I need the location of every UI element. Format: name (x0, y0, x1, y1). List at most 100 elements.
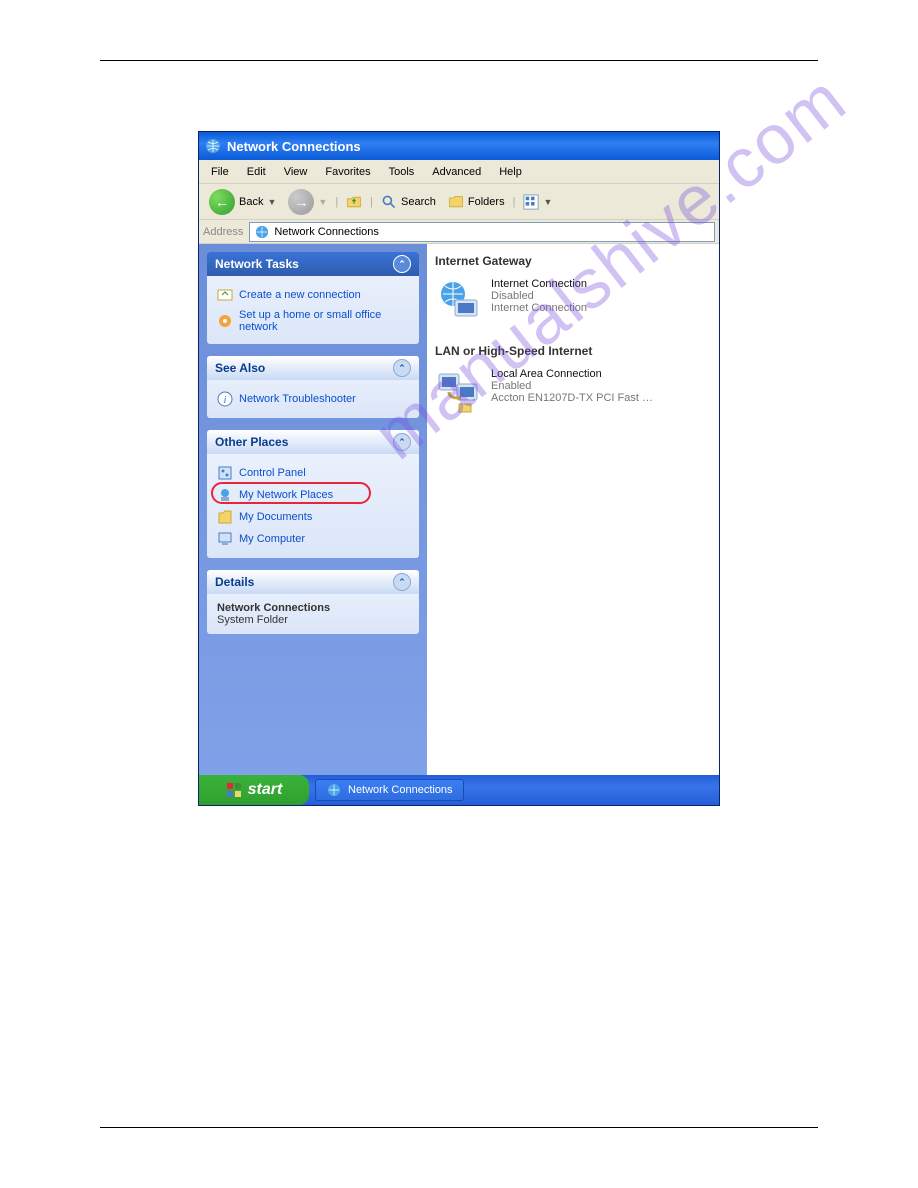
views-icon (523, 194, 539, 210)
menu-help[interactable]: Help (491, 163, 530, 181)
folder-up-icon (346, 194, 362, 210)
collapse-icon: ⌃ (393, 255, 411, 273)
menu-edit[interactable]: Edit (239, 163, 274, 181)
setup-network-icon (217, 313, 233, 329)
address-input[interactable]: Network Connections (249, 222, 715, 242)
my-documents-label: My Documents (239, 511, 312, 523)
folders-icon (448, 194, 464, 210)
troubleshooter-label: Network Troubleshooter (239, 393, 356, 405)
details-title: Details (215, 575, 254, 589)
taskbar-task-network-connections[interactable]: Network Connections (315, 779, 464, 801)
my-network-label: My Network Places (239, 489, 333, 501)
link-my-documents[interactable]: My Documents (217, 506, 409, 528)
forward-button[interactable]: → ▼ (284, 187, 331, 217)
address-bar: Address Network Connections (199, 220, 719, 244)
menu-tools[interactable]: Tools (381, 163, 423, 181)
svg-text:i: i (223, 394, 226, 406)
internet-conn-name: Internet Connection (491, 278, 587, 290)
create-connection-label: Create a new connection (239, 289, 361, 301)
my-computer-label: My Computer (239, 533, 305, 545)
back-arrow-icon: ← (209, 189, 235, 215)
panel-header-network-tasks[interactable]: Network Tasks ⌃ (207, 252, 419, 276)
back-button[interactable]: ← Back ▼ (205, 187, 280, 217)
internet-connection-text: Internet Connection Disabled Internet Co… (491, 278, 587, 326)
menu-file[interactable]: File (203, 163, 237, 181)
menu-bar: File Edit View Favorites Tools Advanced … (199, 160, 719, 184)
panel-header-details[interactable]: Details ⌃ (207, 570, 419, 594)
toolbar-separator-2: | (370, 196, 373, 208)
back-label: Back (239, 196, 263, 208)
panel-details: Details ⌃ Network Connections System Fol… (207, 570, 419, 634)
network-places-icon (217, 487, 233, 503)
window-network-connections: manualshive.com Network Connections File… (198, 131, 720, 806)
network-connections-icon (205, 138, 221, 154)
content-area: Network Tasks ⌃ Create a new connection … (199, 244, 719, 775)
panel-header-other-places[interactable]: Other Places ⌃ (207, 430, 419, 454)
item-local-area-connection[interactable]: Local Area Connection Enabled Accton EN1… (435, 368, 711, 416)
link-control-panel[interactable]: Control Panel (217, 462, 409, 484)
start-button[interactable]: start (199, 775, 309, 805)
forward-dropdown-icon[interactable]: ▼ (318, 197, 327, 207)
menu-advanced[interactable]: Advanced (424, 163, 489, 181)
other-places-title: Other Places (215, 435, 288, 449)
main-content: Internet Gateway Internet Connection Dis… (427, 244, 719, 775)
other-places-body: Control Panel My Network Places My Docum… (207, 454, 419, 558)
section-lan: LAN or High-Speed Internet (435, 344, 711, 358)
item-internet-connection[interactable]: Internet Connection Disabled Internet Co… (435, 278, 711, 326)
link-my-computer[interactable]: My Computer (217, 528, 409, 550)
link-troubleshooter[interactable]: i Network Troubleshooter (217, 388, 409, 410)
lan-text: Local Area Connection Enabled Accton EN1… (491, 368, 653, 416)
up-button[interactable] (342, 192, 366, 212)
link-my-network-places[interactable]: My Network Places (217, 484, 409, 506)
windows-logo-icon (226, 782, 242, 798)
toolbar-separator: | (335, 196, 338, 208)
window-title: Network Connections (227, 139, 361, 154)
folders-button[interactable]: Folders (444, 192, 509, 212)
documents-icon (217, 509, 233, 525)
see-also-body: i Network Troubleshooter (207, 380, 419, 418)
lan-connection-icon (435, 368, 483, 416)
views-dropdown-icon: ▼ (543, 197, 552, 207)
internet-conn-status: Disabled (491, 290, 587, 302)
back-dropdown-icon[interactable]: ▼ (267, 197, 276, 207)
address-label: Address (203, 226, 243, 238)
menu-favorites[interactable]: Favorites (317, 163, 378, 181)
page-divider-top (100, 60, 818, 61)
control-panel-label: Control Panel (239, 467, 306, 479)
panel-see-also: See Also ⌃ i Network Troubleshooter (207, 356, 419, 418)
control-panel-icon (217, 465, 233, 481)
network-tasks-title: Network Tasks (215, 257, 299, 271)
panel-other-places: Other Places ⌃ Control Panel My Network … (207, 430, 419, 558)
search-label: Search (401, 196, 436, 208)
lan-name: Local Area Connection (491, 368, 653, 380)
taskbar: start Network Connections (199, 775, 719, 805)
sidebar: Network Tasks ⌃ Create a new connection … (199, 244, 427, 775)
lan-status: Enabled (491, 380, 653, 392)
forward-arrow-icon: → (288, 189, 314, 215)
panel-header-see-also[interactable]: See Also ⌃ (207, 356, 419, 380)
views-button[interactable]: ▼ (519, 192, 556, 212)
menu-view[interactable]: View (276, 163, 316, 181)
address-value: Network Connections (274, 226, 379, 238)
start-label: start (248, 781, 283, 799)
see-also-title: See Also (215, 361, 265, 375)
search-icon (381, 194, 397, 210)
lan-device: Accton EN1207D-TX PCI Fast … (491, 392, 653, 404)
computer-icon (217, 531, 233, 547)
link-create-connection[interactable]: Create a new connection (217, 284, 409, 306)
collapse-icon: ⌃ (393, 359, 411, 377)
details-body: Network Connections System Folder (207, 594, 419, 634)
title-bar[interactable]: Network Connections (199, 132, 719, 160)
details-type: System Folder (217, 614, 409, 626)
taskbar-task-icon (326, 782, 342, 798)
search-button[interactable]: Search (377, 192, 440, 212)
internet-connection-icon (435, 278, 483, 326)
address-icon (254, 224, 270, 240)
collapse-icon: ⌃ (393, 573, 411, 591)
collapse-icon: ⌃ (393, 433, 411, 451)
folders-label: Folders (468, 196, 505, 208)
page-divider-bottom (100, 1127, 818, 1128)
link-setup-network[interactable]: Set up a home or small office network (217, 306, 409, 336)
toolbar: ← Back ▼ → ▼ | | Search (199, 184, 719, 220)
internet-conn-device: Internet Connection (491, 302, 587, 314)
